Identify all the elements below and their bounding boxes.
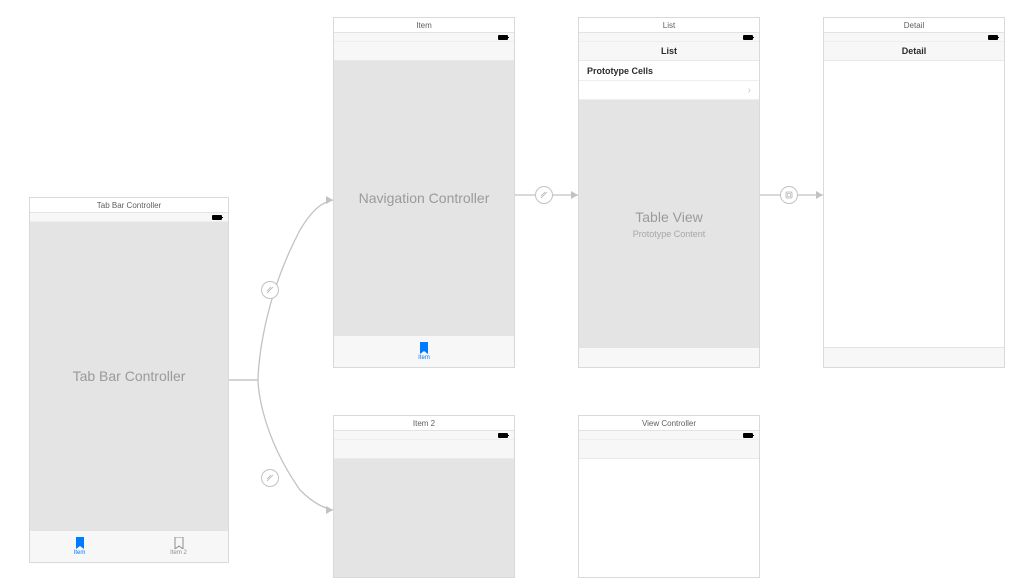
scene-content bbox=[824, 61, 1004, 347]
segue-show-icon[interactable] bbox=[780, 186, 798, 204]
segue-relationship-icon-2[interactable] bbox=[261, 469, 279, 487]
tab-item[interactable]: Item bbox=[334, 336, 514, 367]
scene-tab-bar-controller[interactable]: Tab Bar Controller Tab Bar Controller It… bbox=[29, 197, 229, 563]
nav-bar-title: List bbox=[579, 42, 759, 61]
status-bar bbox=[30, 213, 228, 222]
battery-icon bbox=[743, 35, 753, 40]
bookmark-icon bbox=[75, 537, 85, 549]
battery-icon bbox=[988, 35, 998, 40]
tab-item-1[interactable]: Item bbox=[30, 531, 129, 562]
scene-content bbox=[579, 459, 759, 577]
status-bar bbox=[824, 33, 1004, 42]
toolbar-placeholder bbox=[824, 347, 1004, 367]
status-bar bbox=[334, 431, 514, 440]
battery-icon bbox=[212, 215, 222, 220]
tab-label: Item bbox=[74, 550, 86, 556]
scene-detail[interactable]: Detail Detail bbox=[823, 17, 1005, 368]
tab-label: Item 2 bbox=[170, 550, 187, 556]
nav-bar bbox=[334, 42, 514, 61]
bookmark-icon bbox=[174, 537, 184, 549]
placeholder-subtitle: Prototype Content bbox=[633, 229, 706, 239]
table-placeholder: Table View Prototype Content bbox=[579, 100, 759, 347]
prototype-cell[interactable]: › bbox=[579, 81, 759, 100]
nav-bar-title: Detail bbox=[824, 42, 1004, 61]
scene-content: Tab Bar Controller bbox=[30, 222, 228, 530]
tab-bar: Item bbox=[334, 335, 514, 367]
section-header-label: Prototype Cells bbox=[579, 61, 759, 81]
placeholder-label: Navigation Controller bbox=[359, 190, 490, 206]
scene-title: Item bbox=[334, 18, 514, 33]
status-bar bbox=[334, 33, 514, 42]
battery-icon bbox=[498, 433, 508, 438]
table-view[interactable]: Prototype Cells › Table View Prototype C… bbox=[579, 61, 759, 347]
scene-list[interactable]: List List Prototype Cells › Table View P… bbox=[578, 17, 760, 368]
tab-bar: Item Item 2 bbox=[30, 530, 228, 562]
scene-title: List bbox=[579, 18, 759, 33]
nav-bar bbox=[579, 440, 759, 459]
scene-item-2[interactable]: Item 2 bbox=[333, 415, 515, 578]
segue-relationship-icon[interactable] bbox=[261, 281, 279, 299]
scene-title: View Controller bbox=[579, 416, 759, 431]
disclosure-indicator-icon: › bbox=[748, 85, 751, 96]
placeholder-label: Tab Bar Controller bbox=[73, 368, 186, 384]
scene-content: Navigation Controller bbox=[334, 61, 514, 335]
nav-bar bbox=[334, 440, 514, 459]
tab-item-2[interactable]: Item 2 bbox=[129, 531, 228, 562]
segue-root-icon[interactable] bbox=[535, 186, 553, 204]
scene-title: Detail bbox=[824, 18, 1004, 33]
placeholder-title: Table View bbox=[635, 209, 702, 225]
scene-content bbox=[334, 459, 514, 577]
status-bar bbox=[579, 431, 759, 440]
scene-title: Tab Bar Controller bbox=[30, 198, 228, 213]
scene-title: Item 2 bbox=[334, 416, 514, 431]
battery-icon bbox=[498, 35, 508, 40]
status-bar bbox=[579, 33, 759, 42]
battery-icon bbox=[743, 433, 753, 438]
scene-item-nav-controller[interactable]: Item Navigation Controller Item bbox=[333, 17, 515, 368]
bookmark-icon bbox=[419, 342, 429, 354]
scene-view-controller[interactable]: View Controller bbox=[578, 415, 760, 578]
tab-label: Item bbox=[418, 355, 430, 361]
toolbar-placeholder bbox=[579, 347, 759, 367]
